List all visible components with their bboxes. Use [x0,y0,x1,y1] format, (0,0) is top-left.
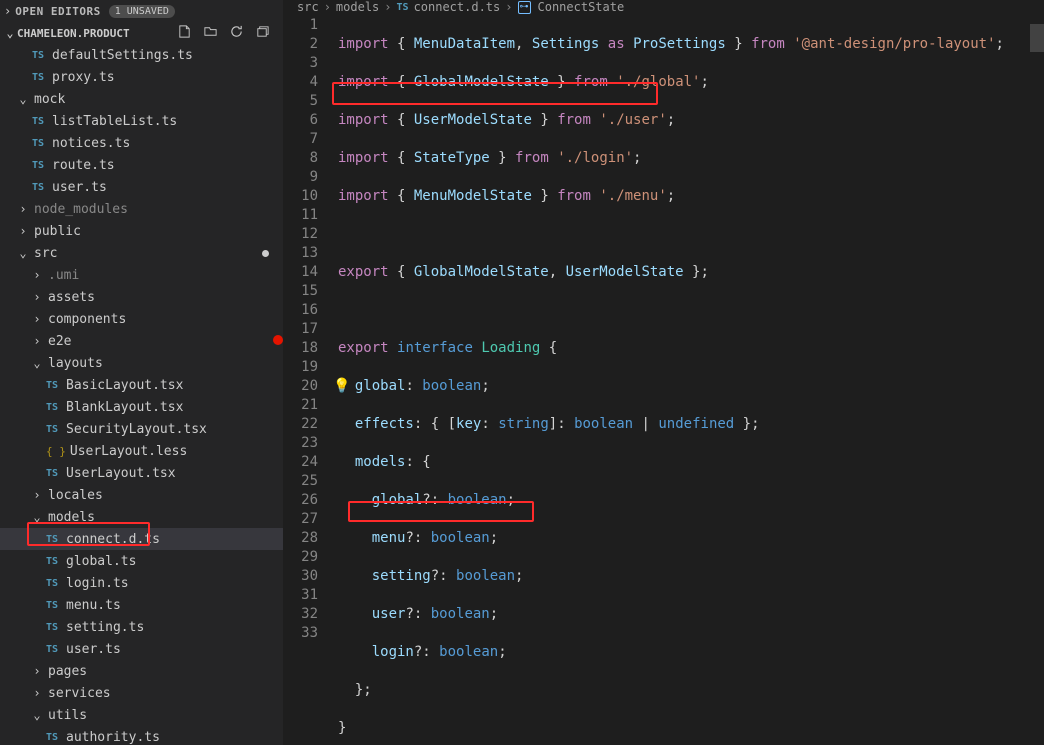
folder-locales[interactable]: ›locales [0,484,283,506]
ts-icon: TS [32,182,48,193]
breadcrumb-item[interactable]: src [297,0,319,14]
folder-models[interactable]: ⌄models [0,506,283,528]
file-route[interactable]: TSroute.ts [0,154,283,176]
ts-icon: TS [46,622,62,633]
ts-icon: TS [46,402,62,413]
chevron-down-icon: ⌄ [30,708,44,722]
folder-services[interactable]: ›services [0,682,283,704]
breadcrumb-item[interactable]: connect.d.ts [414,0,501,14]
ts-icon: TS [32,116,48,127]
chevron-right-icon: › [4,4,11,18]
file-user-model[interactable]: TSuser.ts [0,638,283,660]
folder-components[interactable]: ›components [0,308,283,330]
file-securityLayout[interactable]: TSSecurityLayout.tsx [0,418,283,440]
open-editors-title: OPEN EDITORS [15,5,100,18]
ts-icon: TS [46,534,62,545]
file-setting[interactable]: TSsetting.ts [0,616,283,638]
folder-node_modules[interactable]: ›node_modules [0,198,283,220]
explorer-sidebar: › OPEN EDITORS 1 UNSAVED ⌄ CHAMELEON.PRO… [0,0,283,745]
ts-icon: TS [397,2,409,13]
project-header[interactable]: ⌄ CHAMELEON.PRODUCT [0,22,283,44]
ts-icon: TS [32,138,48,149]
chevron-down-icon: ⌄ [30,510,44,524]
chevron-right-icon: › [30,334,44,348]
code-content[interactable]: import { MenuDataItem, Settings as ProSe… [338,14,1044,745]
chevron-right-icon: › [30,290,44,304]
lightbulb-icon[interactable]: 💡 [333,377,350,396]
ts-icon: TS [32,160,48,171]
ts-icon: TS [46,380,62,391]
breadcrumb-sep-icon: › [324,0,331,14]
file-listTableList[interactable]: TSlistTableList.ts [0,110,283,132]
chevron-down-icon: ⌄ [16,246,30,260]
code-editor[interactable]: 1234567891011121314151617181920212223242… [283,14,1044,745]
less-icon: { } [46,445,66,458]
file-tree[interactable]: TSdefaultSettings.ts TSproxy.ts ⌄mock TS… [0,44,283,745]
file-menu[interactable]: TSmenu.ts [0,594,283,616]
chevron-right-icon: › [30,268,44,282]
breadcrumb-item[interactable]: models [336,0,379,14]
file-notices[interactable]: TSnotices.ts [0,132,283,154]
interface-icon: ⊶ [518,1,531,14]
folder-assets[interactable]: ›assets [0,286,283,308]
modified-indicator [262,250,269,257]
ts-icon: TS [46,644,62,655]
ts-icon: TS [46,556,62,567]
folder-e2e[interactable]: ›e2e [0,330,283,352]
refresh-icon[interactable] [229,24,245,42]
chevron-right-icon: › [16,202,30,216]
overview-ruler[interactable] [1030,14,1044,745]
file-userLayout-tsx[interactable]: TSUserLayout.tsx [0,462,283,484]
chevron-right-icon: › [30,686,44,700]
breakpoint-dot [273,335,283,345]
chevron-down-icon: ⌄ [3,26,17,40]
scrollbar-thumb[interactable] [1030,24,1044,52]
chevron-right-icon: › [30,312,44,326]
file-global[interactable]: TSglobal.ts [0,550,283,572]
folder-utils[interactable]: ⌄utils [0,704,283,726]
folder-public[interactable]: ›public [0,220,283,242]
open-editors-header[interactable]: › OPEN EDITORS 1 UNSAVED [0,0,283,22]
file-proxy[interactable]: TSproxy.ts [0,66,283,88]
folder-layouts[interactable]: ⌄layouts [0,352,283,374]
unsaved-badge: 1 UNSAVED [109,5,175,18]
chevron-down-icon: ⌄ [16,92,30,106]
ts-icon: TS [46,468,62,479]
folder-src[interactable]: ⌄src [0,242,283,264]
file-defaultSettings[interactable]: TSdefaultSettings.ts [0,44,283,66]
new-folder-icon[interactable] [203,24,219,42]
file-basicLayout[interactable]: TSBasicLayout.tsx [0,374,283,396]
folder-mock[interactable]: ⌄mock [0,88,283,110]
ts-icon: TS [32,72,48,83]
ts-icon: TS [32,50,48,61]
file-userLayout-less[interactable]: { }UserLayout.less [0,440,283,462]
file-blankLayout[interactable]: TSBlankLayout.tsx [0,396,283,418]
chevron-right-icon: › [30,664,44,678]
ts-icon: TS [46,578,62,589]
breadcrumb-sep-icon: › [505,0,512,14]
new-file-icon[interactable] [177,24,193,42]
breadcrumb-item[interactable]: ConnectState [538,0,625,14]
editor-area: src › models › TS connect.d.ts › ⊶ Conne… [283,0,1044,745]
ts-icon: TS [46,424,62,435]
file-login[interactable]: TSlogin.ts [0,572,283,594]
chevron-down-icon: ⌄ [30,356,44,370]
file-connect[interactable]: TSconnect.d.ts [0,528,283,550]
chevron-right-icon: › [30,488,44,502]
project-title: CHAMELEON.PRODUCT [17,27,130,40]
folder-umi[interactable]: ›.umi [0,264,283,286]
file-authority[interactable]: TSauthority.ts [0,726,283,745]
ts-icon: TS [46,732,62,743]
chevron-right-icon: › [16,224,30,238]
file-user-mock[interactable]: TSuser.ts [0,176,283,198]
ts-icon: TS [46,600,62,611]
line-number-gutter: 1234567891011121314151617181920212223242… [283,14,338,745]
folder-pages[interactable]: ›pages [0,660,283,682]
breadcrumb-sep-icon: › [384,0,391,14]
breadcrumbs[interactable]: src › models › TS connect.d.ts › ⊶ Conne… [283,0,1044,14]
collapse-all-icon[interactable] [255,24,271,42]
